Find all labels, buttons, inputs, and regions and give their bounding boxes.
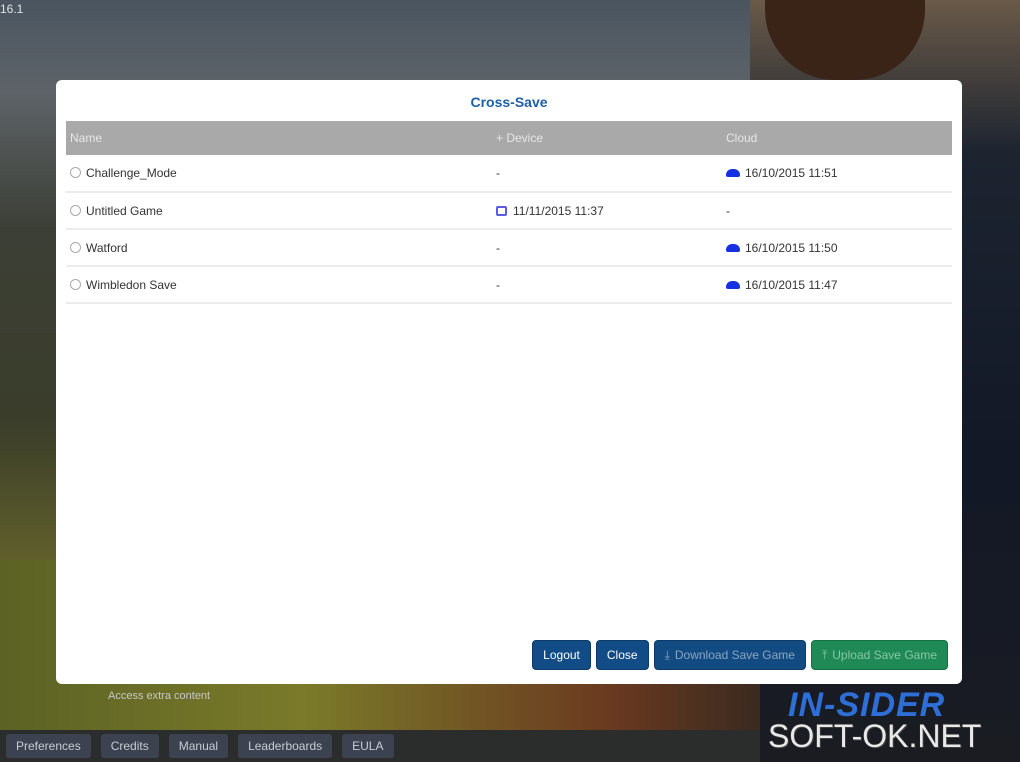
device-date: -: [496, 277, 500, 292]
cross-save-dialog: Cross-Save Name + Device Cloud Challenge…: [56, 80, 962, 684]
manual-button[interactable]: Manual: [168, 734, 229, 758]
saves-table: Name + Device Cloud Challenge_Mode - 16/…: [66, 121, 952, 304]
device-date: -: [496, 166, 500, 180]
footer-bar: Preferences Credits Manual Leaderboards …: [0, 730, 760, 762]
cloud-cell: 16/10/2015 11:51: [722, 155, 952, 193]
watermark: SOFT-OK.NET: [768, 718, 982, 754]
save-name: Wimbledon Save: [86, 277, 177, 292]
cloud-date: -: [726, 203, 730, 218]
name-cell: Untitled Game: [66, 192, 492, 230]
device-cell: 11/11/2015 11:37: [492, 192, 722, 230]
save-name: Untitled Game: [86, 203, 163, 218]
save-name: Challenge_Mode: [86, 166, 177, 180]
save-row[interactable]: Watford - 16/10/2015 11:50: [66, 229, 952, 267]
access-extra-content-link[interactable]: Access extra content: [108, 690, 210, 702]
leaderboards-button[interactable]: Leaderboards: [238, 734, 333, 758]
select-radio[interactable]: [70, 241, 81, 253]
save-name: Watford: [86, 240, 128, 255]
cloud-cell: 16/10/2015 11:50: [722, 229, 952, 267]
device-cell: -: [492, 229, 722, 267]
save-row[interactable]: Untitled Game 11/11/2015 11:37 -: [66, 192, 952, 230]
preferences-button[interactable]: Preferences: [6, 734, 91, 758]
column-device[interactable]: + Device: [492, 121, 722, 155]
device-cell: -: [492, 266, 722, 304]
name-cell: Wimbledon Save: [66, 266, 492, 304]
logout-button[interactable]: Logout: [532, 640, 591, 670]
select-radio[interactable]: [70, 167, 81, 178]
close-button[interactable]: Close: [595, 640, 649, 670]
name-cell: Challenge_Mode: [66, 155, 492, 193]
upload-icon: ⤒: [821, 647, 828, 662]
cloud-date: 16/10/2015 11:51: [745, 166, 838, 180]
download-icon: ⤓: [664, 647, 670, 662]
upload-save-button[interactable]: ⤒ Upload Save Game: [810, 640, 948, 670]
cloud-icon: [726, 243, 740, 252]
select-radio[interactable]: [70, 204, 81, 216]
download-save-button[interactable]: ⤓ Download Save Game: [653, 640, 806, 670]
cloud-date: 16/10/2015 11:50: [745, 240, 838, 255]
device-cell: -: [492, 155, 722, 193]
column-cloud[interactable]: Cloud: [722, 121, 952, 155]
device-date: -: [496, 240, 500, 255]
cloud-date: 16/10/2015 11:47: [745, 277, 838, 292]
cloud-cell: -: [722, 192, 952, 230]
dialog-title: Cross-Save: [470, 94, 548, 110]
cloud-icon: [726, 169, 740, 177]
cloud-icon: [726, 280, 740, 289]
save-row[interactable]: Challenge_Mode - 16/10/2015 11:51: [66, 155, 952, 193]
credits-button[interactable]: Credits: [100, 734, 159, 758]
version-label: 16.1: [0, 2, 24, 16]
column-name[interactable]: Name: [66, 121, 492, 155]
device-date: 11/11/2015 11:37: [513, 203, 604, 218]
save-row[interactable]: Wimbledon Save - 16/10/2015 11:47: [66, 266, 952, 304]
cloud-cell: 16/10/2015 11:47: [722, 266, 952, 304]
name-cell: Watford: [66, 229, 492, 267]
device-icon: [496, 205, 507, 216]
select-radio[interactable]: [70, 278, 81, 290]
eula-button[interactable]: EULA: [342, 734, 394, 758]
download-label: Download Save Game: [674, 648, 795, 662]
upload-label: Upload Save Game: [832, 648, 937, 662]
